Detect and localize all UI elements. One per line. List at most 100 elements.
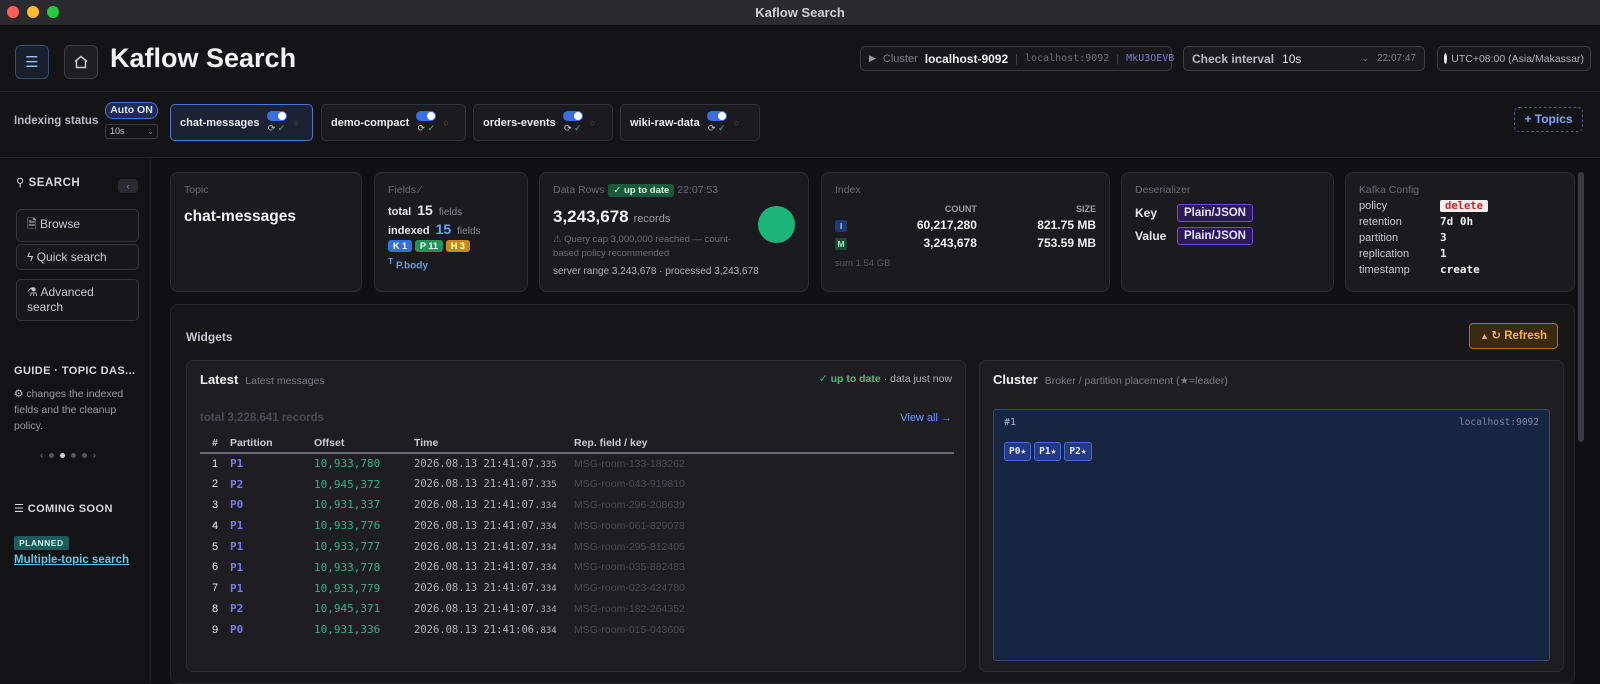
row-offset: 10,931,337: [314, 498, 381, 512]
sidebar: ⚲ SEARCH ‹ 🗎 Browse ϟ Quick search ⚗ Adv…: [0, 158, 151, 683]
topic-chip-orders-events[interactable]: orders-events ⟳ ✓ ○: [473, 104, 613, 141]
partition-chip[interactable]: P2★: [1064, 442, 1092, 461]
row-index: 9: [212, 623, 219, 636]
row-key: MSG-room-295-812405: [574, 540, 685, 553]
pager-dot[interactable]: [60, 452, 65, 458]
policy-badge: delete: [1440, 200, 1488, 212]
partition-chip[interactable]: P1★: [1034, 442, 1062, 461]
topic-chip-chat-messages[interactable]: chat-messages ⟳ ✓ ○: [170, 104, 313, 141]
row-time: 2026.08.13 21:41:07.334: [414, 519, 557, 532]
sidebar-item-advanced-search[interactable]: ⚗ Advanced search: [16, 279, 139, 321]
table-row[interactable]: 5 P1 10,933,777 2026.08.13 21:41:07.334 MSG-…: [200, 536, 954, 557]
header-fields-tag: H 3: [445, 240, 470, 252]
close-window-button[interactable]: [7, 6, 19, 18]
key-deserializer: Key Plain/JSON: [1135, 204, 1320, 222]
topic-chip-name: demo-compact: [331, 116, 410, 129]
sidebar-item-browse[interactable]: 🗎 Browse: [16, 209, 139, 242]
auto-interval-select[interactable]: 10s ⌄: [105, 124, 158, 139]
settings-dot-icon[interactable]: ○: [294, 118, 299, 128]
topic-chip-name: orders-events: [483, 116, 556, 129]
search-icon: ⚲: [16, 177, 29, 189]
table-row[interactable]: 6 P1 10,933,778 2026.08.13 21:41:07.334 MSG-…: [200, 557, 954, 578]
broker-id: #1: [1004, 417, 1017, 428]
col-time: Time: [414, 437, 574, 454]
home-button[interactable]: [64, 45, 98, 79]
indexing-toggle[interactable]: [266, 111, 287, 121]
window-title: Kaflow Search: [755, 5, 845, 20]
card-label: Index: [835, 184, 861, 196]
chevron-down-icon: ⌄: [147, 127, 154, 136]
refresh-button[interactable]: ▲ ↻ Refresh: [1469, 323, 1558, 349]
index-row: I 60,217,280 821.75 MB: [835, 216, 1096, 234]
collapse-sidebar-button[interactable]: ‹: [118, 179, 138, 193]
settings-dot-icon[interactable]: ○: [590, 118, 595, 128]
topic-chip-wiki-raw-data[interactable]: wiki-raw-data ⟳ ✓ ○: [620, 104, 760, 141]
row-index: 7: [212, 582, 219, 595]
table-row[interactable]: 4 P1 10,933,776 2026.08.13 21:41:07.334 MSG-…: [200, 515, 954, 536]
cluster-panel: Cluster Broker / partition placement (★=…: [979, 360, 1564, 672]
sync-icon: ⟳ ✓: [563, 123, 582, 133]
col-key: Rep. field / key: [574, 437, 954, 454]
auto-interval-value: 10s: [110, 126, 125, 136]
pager-dot[interactable]: [82, 452, 87, 458]
table-row[interactable]: 1 P1 10,933,780 2026.08.13 21:41:07.335 MSG-…: [200, 453, 954, 474]
guide-heading: GUIDE · TOPIC DAS...: [14, 365, 136, 377]
row-offset: 10,933,779: [314, 581, 381, 595]
row-offset: 10,933,780: [314, 457, 381, 471]
guide-pager: ‹ ›: [40, 450, 96, 460]
topic-chip-demo-compact[interactable]: demo-compact ⟳ ✓ ○: [321, 104, 466, 141]
timezone-label: UTC+08:00 (Asia/Makassar): [1451, 52, 1584, 65]
row-time: 2026.08.13 21:41:07.335: [414, 478, 557, 491]
table-row[interactable]: 7 P1 10,933,779 2026.08.13 21:41:07.334 MSG-…: [200, 578, 954, 599]
next-arrow-icon[interactable]: ›: [93, 450, 96, 460]
cluster-id: MkU3OEVB: [1126, 53, 1175, 64]
index-row: M 3,243,678 753.59 MB: [835, 234, 1096, 252]
deserializer-card: Deserializer Key Plain/JSON Value Plain/JS…: [1121, 172, 1334, 292]
row-partition: P1: [230, 457, 244, 471]
config-row: partition 3: [1359, 231, 1447, 244]
pager-dot[interactable]: [49, 452, 54, 458]
menu-button[interactable]: ☰: [15, 45, 49, 79]
status-indicator: [758, 206, 795, 243]
page-title: Kaflow Search: [110, 43, 297, 73]
total-records: total 3,228,641 records: [200, 412, 325, 424]
panel-header: Latest Latest messages: [200, 372, 325, 387]
scrollbar[interactable]: [1578, 172, 1584, 442]
pager-dot[interactable]: [71, 452, 76, 458]
last-check-time: 22:07:47: [1377, 53, 1416, 64]
panel-header: Cluster Broker / partition placement (★=…: [993, 372, 1228, 387]
row-time: 2026.08.13 21:41:07.334: [414, 561, 557, 574]
table-row[interactable]: 8 P2 10,945,371 2026.08.13 21:41:07.334 MSG-…: [200, 599, 954, 620]
table-row[interactable]: 9 P0 10,931,336 2026.08.13 21:41:06.834 MSG-…: [200, 619, 954, 640]
indexed-fields: indexed 15 fields: [388, 221, 481, 237]
row-time: 2026.08.13 21:41:07.335: [414, 457, 557, 470]
cluster-selector[interactable]: ▶ Cluster localhost-9092 | localhost:909…: [860, 46, 1175, 71]
row-key: MSG-room-061-829078: [574, 519, 685, 532]
multiple-topic-search-link[interactable]: Multiple-topic search: [14, 554, 129, 566]
add-topics-button[interactable]: + Topics: [1514, 107, 1583, 132]
timezone-selector[interactable]: UTC+08:00 (Asia/Makassar): [1437, 46, 1591, 71]
row-offset: 10,933,778: [314, 560, 381, 574]
indexing-toggle[interactable]: [416, 111, 437, 121]
check-interval-select[interactable]: Check interval 10s ⌄ 22:07:47: [1183, 46, 1425, 71]
maximize-window-button[interactable]: [47, 6, 59, 18]
settings-dot-icon[interactable]: ○: [443, 118, 448, 128]
indexing-status-bar: Indexing status Auto ON 10s ⌄ chat-messa…: [0, 92, 1600, 158]
prev-arrow-icon[interactable]: ‹: [40, 450, 43, 460]
config-row: replication 1: [1359, 247, 1447, 260]
payload-fields-tag: P 11: [415, 240, 443, 252]
indexing-toggle[interactable]: [562, 111, 583, 121]
indexing-toggle[interactable]: [706, 111, 727, 121]
planned-badge: PLANNED: [14, 536, 69, 550]
row-offset: 10,931,336: [314, 623, 381, 637]
settings-dot-icon[interactable]: ○: [734, 118, 739, 128]
table-row[interactable]: 3 P0 10,931,337 2026.08.13 21:41:07.334 MSG-…: [200, 495, 954, 516]
sidebar-item-quick-search[interactable]: ϟ Quick search: [16, 244, 139, 270]
coming-soon-heading: ☰ COMING SOON: [14, 503, 113, 515]
minimize-window-button[interactable]: [27, 6, 39, 18]
table-row[interactable]: 2 P2 10,945,372 2026.08.13 21:41:07.335 MSG-…: [200, 474, 954, 495]
auto-index-toggle[interactable]: Auto ON: [105, 102, 158, 119]
fields-card[interactable]: Fields ⁄ total 15 fields indexed 15 fields K…: [374, 172, 528, 292]
partition-chip[interactable]: P0★: [1004, 442, 1032, 461]
view-all-link[interactable]: View all →: [900, 412, 952, 424]
